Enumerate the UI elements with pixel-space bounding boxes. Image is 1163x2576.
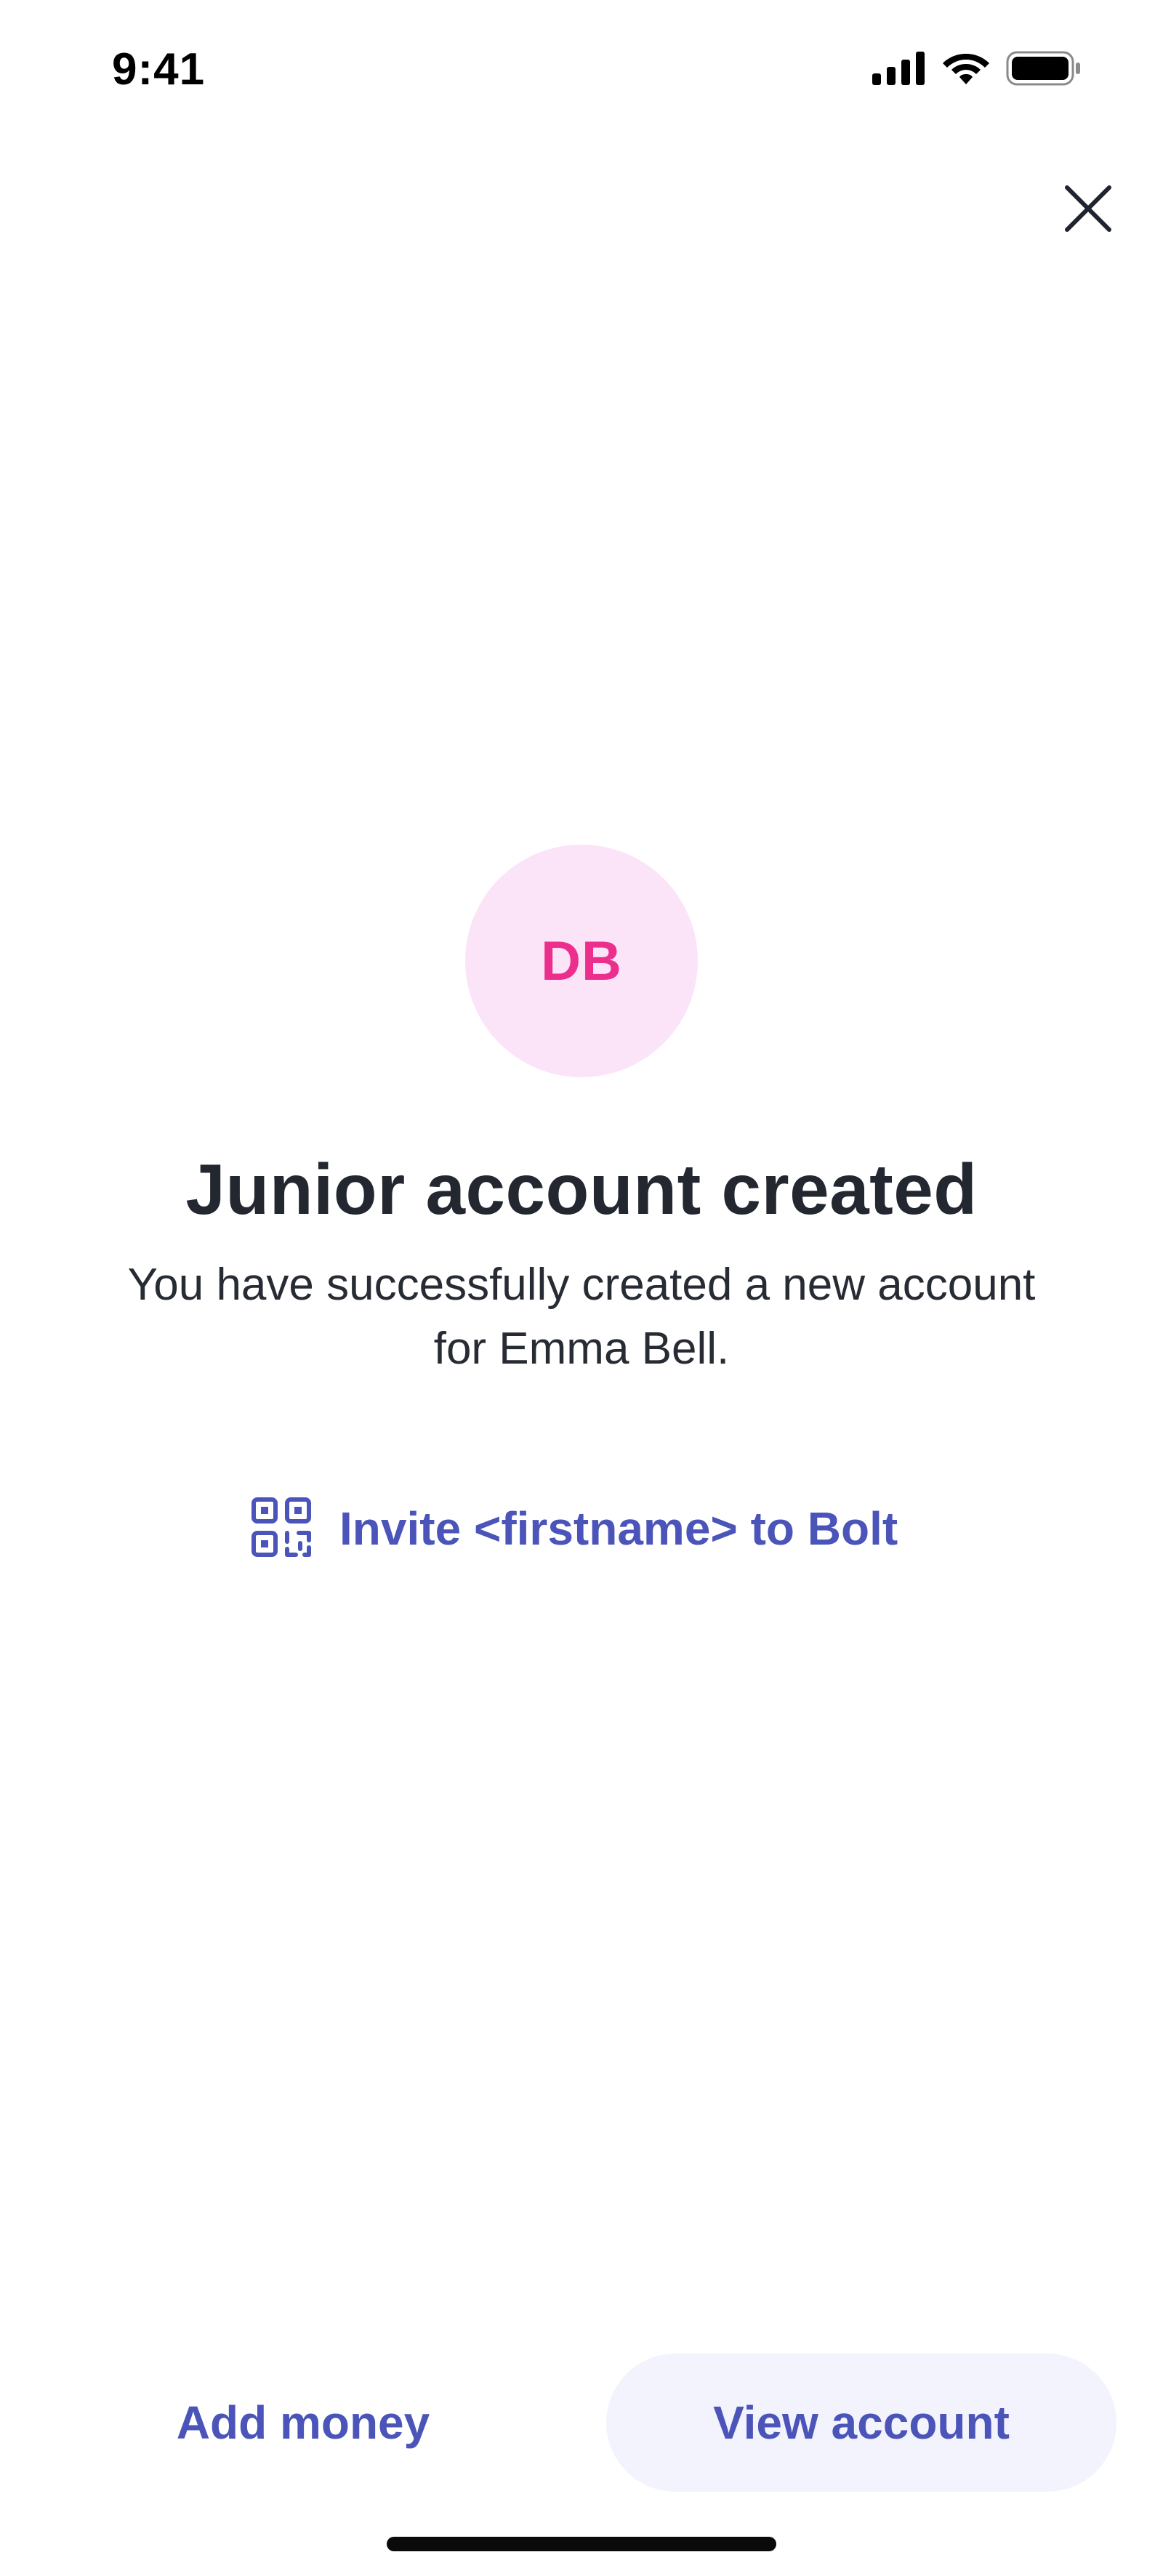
page-title: Junior account created bbox=[185, 1149, 978, 1229]
status-time: 9:41 bbox=[112, 44, 206, 94]
invite-link[interactable]: Invite <firstname> to Bolt bbox=[251, 1496, 898, 1561]
success-message: You have successfully created a new acco… bbox=[73, 1253, 1090, 1381]
close-icon bbox=[1063, 185, 1114, 237]
add-money-button[interactable]: Add money bbox=[103, 2354, 503, 2492]
qr-code-icon bbox=[251, 1497, 312, 1561]
status-icons bbox=[872, 51, 1082, 86]
close-button[interactable] bbox=[1063, 183, 1114, 234]
home-indicator bbox=[387, 2537, 776, 2551]
avatar-initials: DB bbox=[541, 930, 622, 992]
view-account-button[interactable]: View account bbox=[606, 2354, 1116, 2492]
success-message-line2: for Emma Bell. bbox=[433, 1324, 730, 1374]
battery-icon bbox=[1006, 51, 1082, 86]
invite-link-label: Invite <firstname> to Bolt bbox=[339, 1502, 898, 1555]
cellular-signal-icon bbox=[872, 52, 926, 85]
avatar: DB bbox=[465, 845, 698, 1077]
success-message-line1: You have successfully created a new acco… bbox=[127, 1260, 1036, 1310]
wifi-icon bbox=[942, 51, 990, 86]
